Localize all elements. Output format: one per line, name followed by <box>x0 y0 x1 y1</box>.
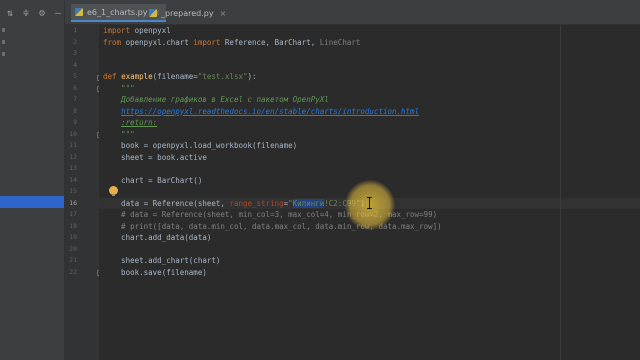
function-name: example <box>121 72 153 81</box>
line-number: 17 <box>69 210 77 218</box>
code-line: 2 from openpyxl.chart import Reference, … <box>73 37 640 49</box>
line-number: 21 <box>69 256 77 264</box>
tree-node-marker[interactable] <box>2 40 5 44</box>
line-number: 18 <box>69 221 77 230</box>
selected-text[interactable]: Килинги <box>292 198 325 208</box>
line-number: 11 <box>69 141 77 149</box>
unused-import: LineChart <box>319 37 361 47</box>
line-number: 10 <box>69 129 77 138</box>
string-literal: "test.xlsx" <box>197 72 248 81</box>
tab-prepared[interactable]: _prepared.py × <box>145 4 232 22</box>
line-number: 9 <box>73 118 77 126</box>
code-line: 1 import openpyxl <box>73 25 640 37</box>
code-line: 6 """ <box>73 83 640 95</box>
line-number: 8 <box>73 106 77 115</box>
code-line: 19 chart.add_data(data) <box>69 232 640 244</box>
line-number: 20 <box>69 244 77 253</box>
line-number: 3 <box>73 49 77 57</box>
tab-label: _prepared.py <box>161 8 214 18</box>
line-number: 16 <box>69 198 77 207</box>
line-number: 2 <box>73 37 77 46</box>
docstring: """ <box>103 83 135 93</box>
code-text: (filename= <box>152 72 198 81</box>
line-number: 15 <box>69 187 77 195</box>
line-number: 13 <box>69 164 77 172</box>
line-number: 7 <box>73 95 77 103</box>
line-number: 5 <box>73 72 77 80</box>
comment: # print([data, data.min_col, data.max_co… <box>103 221 442 231</box>
code-text: ): <box>247 72 257 81</box>
sidebar-selected-item[interactable] <box>0 196 64 208</box>
expand-icon[interactable]: ≑ <box>20 6 32 20</box>
lightbulb-icon[interactable] <box>109 186 118 196</box>
line-number: 19 <box>69 233 77 241</box>
code-line: 21 sheet.add_chart(chart) <box>69 255 640 267</box>
code-text: chart = BarChart() <box>103 175 203 185</box>
code-text: chart.add_data(data) <box>103 233 212 242</box>
tree-node-marker[interactable] <box>2 52 5 56</box>
code-text: data = Reference(sheet, <box>103 198 230 208</box>
keyword: def <box>103 72 122 81</box>
docstring-link[interactable]: https://openpyxl.readthedocs.io/en/stabl… <box>121 107 419 116</box>
code-line: 3 <box>73 48 640 60</box>
cursor-highlight <box>345 180 395 230</box>
keyword: import <box>103 26 131 35</box>
code-line: 11 book = openpyxl.load_workbook(filenam… <box>69 140 640 152</box>
gear-icon[interactable]: ⚙ <box>36 6 48 20</box>
editor-tabbar: e6_1_charts.py × _prepared.py × <box>65 0 640 25</box>
project-sidebar: ⇅ ≑ ⚙ – <box>0 0 65 360</box>
code-text: sheet = book.active <box>103 152 207 162</box>
docstring-tag: :return: <box>121 118 158 127</box>
text-cursor-icon <box>367 197 372 209</box>
tab-label: e6_1_charts.py <box>87 7 148 17</box>
keyword: from <box>103 37 122 47</box>
python-file-icon <box>75 8 83 16</box>
docstring: """ <box>103 129 135 139</box>
line-number: 14 <box>69 175 77 184</box>
code-text: openpyxl.chart <box>121 37 194 47</box>
code-line: 8 https://openpyxl.readthedocs.io/en/sta… <box>73 106 640 118</box>
string-literal: " <box>288 198 293 208</box>
tree-node-marker[interactable] <box>2 28 5 32</box>
code-text: Reference, BarChart, <box>220 37 320 47</box>
code-text: sheet.add_chart(chart) <box>103 256 221 265</box>
code-line: 7 Добавление графиков в Excel с пакетом … <box>73 94 640 106</box>
code-line: 12 sheet = book.active <box>69 152 640 164</box>
right-margin-guide <box>560 25 561 360</box>
line-number: 12 <box>69 152 77 161</box>
python-file-icon <box>149 9 157 17</box>
line-number: 22 <box>69 267 77 276</box>
close-icon[interactable]: × <box>220 9 227 18</box>
code-line: 13 <box>69 163 640 175</box>
code-line: 4 <box>73 60 640 72</box>
docstring: Добавление графиков в Excel с пакетом Op… <box>103 95 329 104</box>
line-number: 6 <box>73 83 77 92</box>
minimize-icon[interactable]: – <box>52 6 64 20</box>
code-text: book.save(filename) <box>103 267 207 277</box>
code-text: openpyxl <box>130 26 171 35</box>
sidebar-toolbar: ⇅ ≑ ⚙ – <box>0 0 64 26</box>
code-line: 20 <box>69 244 640 256</box>
keyword: import <box>193 37 221 47</box>
code-line: 5 def example(filename="test.xlsx"): <box>73 71 640 83</box>
named-argument: range_string <box>229 198 284 208</box>
code-text: book = openpyxl.load_workbook(filename) <box>103 141 298 150</box>
code-line: 22 book.save(filename) <box>69 267 640 279</box>
collapse-all-icon[interactable]: ⇅ <box>4 6 16 20</box>
line-number: 1 <box>73 26 77 34</box>
code-line: 10 """ <box>69 129 640 141</box>
code-line: 9 :return: <box>73 117 640 129</box>
line-number: 4 <box>73 60 77 69</box>
